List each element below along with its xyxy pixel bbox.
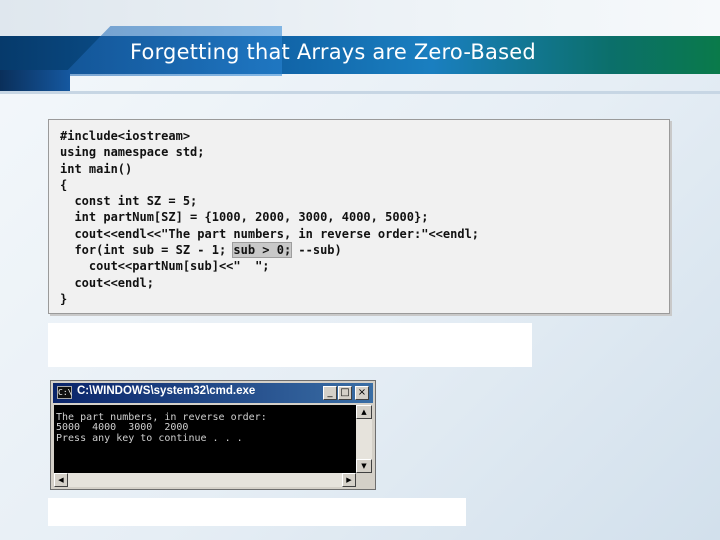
console-output: The part numbers, in reverse order: 5000 … xyxy=(56,412,267,444)
slide-header: Forgetting that Arrays are Zero-Based xyxy=(0,0,720,96)
blank-panel xyxy=(48,323,532,367)
scroll-left-icon[interactable]: ◀ xyxy=(54,473,68,487)
code-line: const int SZ = 5; xyxy=(60,194,198,209)
scrollbar-corner xyxy=(356,473,372,487)
code-line-for: for(int sub = SZ - 1; sub > 0; --sub) xyxy=(60,242,479,259)
code-line: #include<iostream> xyxy=(60,129,191,143)
code-highlight: sub > 0; xyxy=(232,242,293,259)
console-titlebar[interactable]: C:\ C:\WINDOWS\system32\cmd.exe _ □ × xyxy=(53,383,373,403)
code-line: { xyxy=(60,177,68,192)
scroll-down-icon[interactable]: ▼ xyxy=(356,459,372,473)
code-line: cout<<endl<<"The part numbers, in revers… xyxy=(60,226,480,241)
console-window[interactable]: C:\ C:\WINDOWS\system32\cmd.exe _ □ × Th… xyxy=(50,380,376,490)
minimize-button[interactable]: _ xyxy=(323,386,337,400)
code-line: cout<<endl; xyxy=(60,275,154,290)
vertical-scrollbar[interactable]: ▲ ▼ xyxy=(356,405,372,473)
close-button[interactable]: × xyxy=(355,386,369,400)
console-title: C:\WINDOWS\system32\cmd.exe xyxy=(77,385,256,397)
code-for-tail: --sub) xyxy=(291,243,342,258)
slide-title: Forgetting that Arrays are Zero-Based xyxy=(130,40,536,64)
header-divider xyxy=(0,91,720,94)
scroll-right-icon[interactable]: ▶ xyxy=(342,473,356,487)
code-panel: #include<iostream> using namespace std; in… xyxy=(48,119,670,314)
code-line: cout<<partNum[sub]<<" "; xyxy=(60,259,270,274)
code-line: int main() xyxy=(60,161,133,176)
console-screen[interactable]: The part numbers, in reverse order: 5000 … xyxy=(54,405,356,473)
cmd-icon[interactable]: C:\ xyxy=(57,386,72,399)
code-line: using namespace std; xyxy=(60,145,205,160)
maximize-button[interactable]: □ xyxy=(338,386,352,400)
code-line: } xyxy=(60,291,68,306)
header-left-block xyxy=(0,70,70,92)
console-line: Press any key to continue . . . xyxy=(56,432,243,444)
code-for-head: for(int sub = SZ - 1; xyxy=(60,243,234,258)
scroll-up-icon[interactable]: ▲ xyxy=(356,405,372,419)
blank-panel xyxy=(48,498,466,526)
horizontal-scrollbar[interactable]: ◀ ▶ xyxy=(54,473,356,487)
code-line: int partNum[SZ] = {1000, 2000, 3000, 400… xyxy=(60,210,429,225)
code-listing: #include<iostream> using namespace std; in… xyxy=(60,128,479,307)
